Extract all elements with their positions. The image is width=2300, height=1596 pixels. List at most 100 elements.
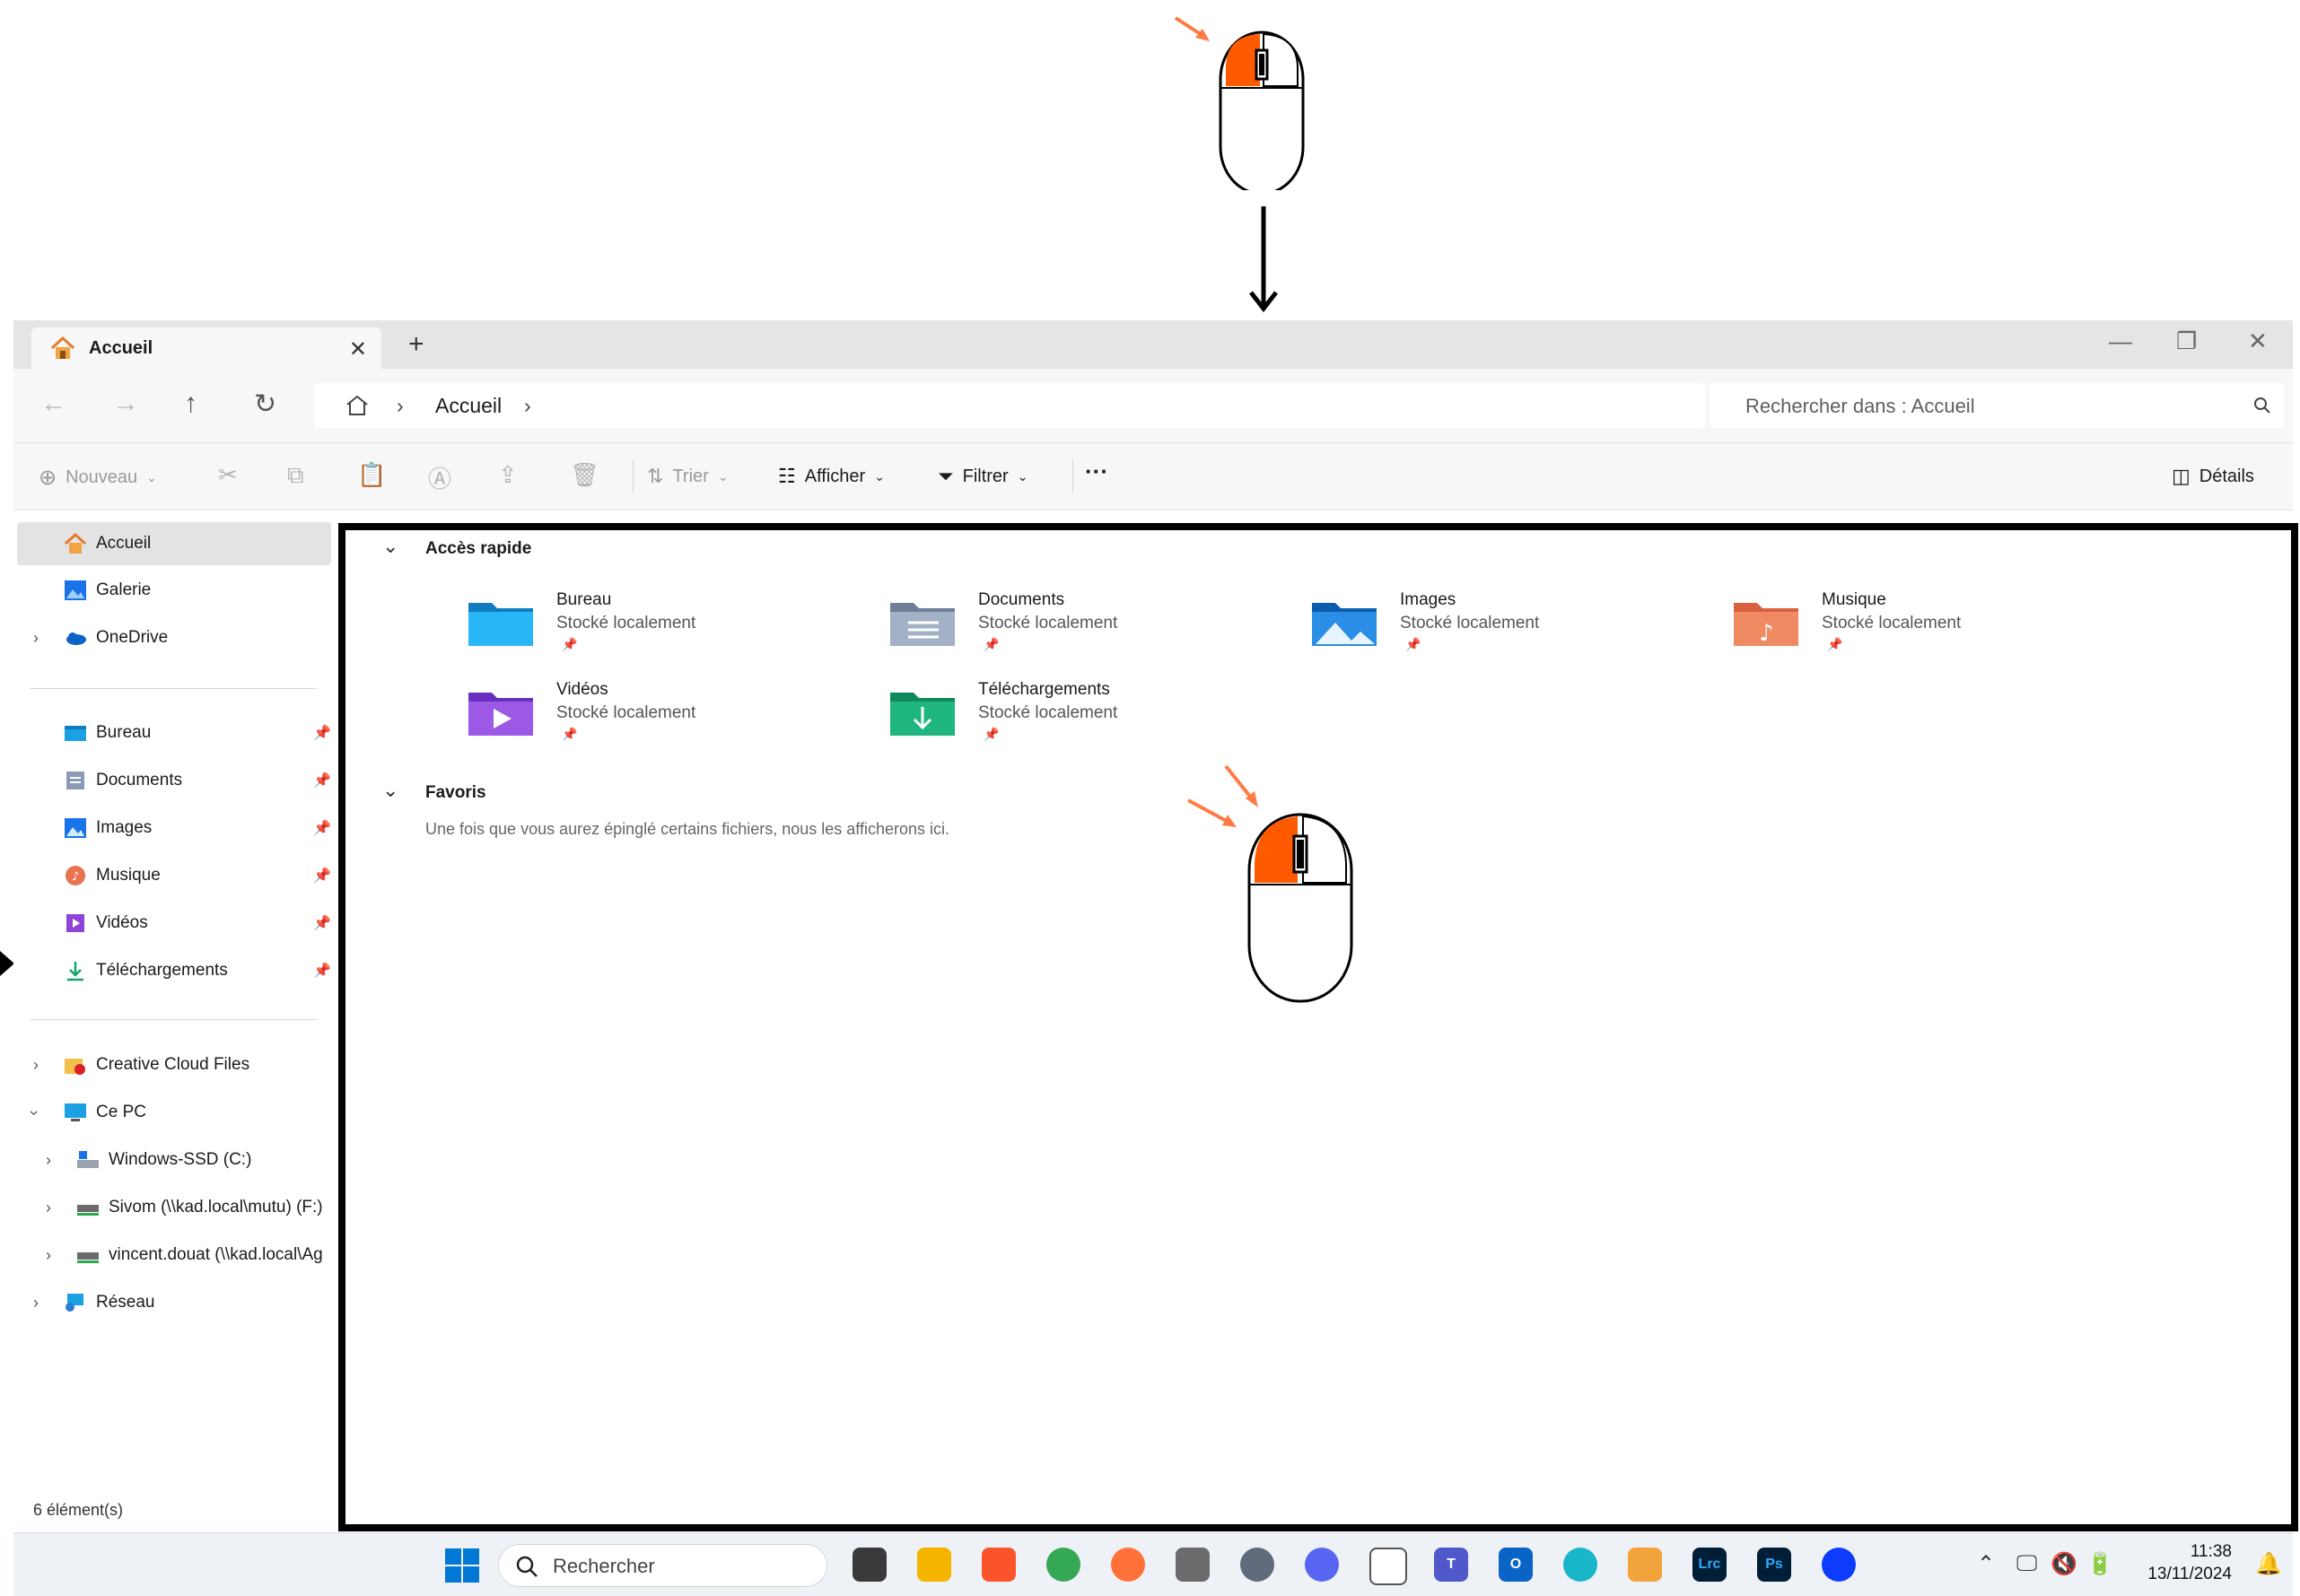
clock-time: 11:38	[2190, 1542, 2232, 1561]
notepad-icon[interactable]	[1369, 1548, 1407, 1585]
chevron-right-icon[interactable]: ›	[46, 1151, 51, 1170]
sidebar-item-documents[interactable]: Documents 📌	[17, 759, 331, 802]
rename-icon[interactable]: Ⓐ	[428, 461, 451, 494]
collapse-chevron-icon[interactable]: ⌄	[382, 779, 398, 802]
tab-bar: Accueil ✕ + — ❐ ✕	[13, 320, 2293, 369]
refresh-icon[interactable]: ↻	[254, 388, 276, 420]
sidebar-item-bureau[interactable]: Bureau 📌	[17, 711, 331, 754]
pin-icon[interactable]: 📌	[313, 819, 331, 837]
sidebar-item-galerie[interactable]: Galerie	[17, 569, 331, 612]
more-options-button[interactable]: ···	[1085, 458, 1108, 485]
sidebar-item-accueil[interactable]: Accueil	[17, 522, 331, 565]
forward-arrow-icon[interactable]: →	[112, 388, 139, 419]
pin-icon[interactable]: 📌	[313, 772, 331, 789]
chevron-right-icon[interactable]: ›	[33, 1056, 39, 1075]
network-status-icon[interactable]: 🖵	[2016, 1551, 2037, 1576]
cut-icon[interactable]: ✂	[218, 461, 238, 489]
chevron-down-icon[interactable]: ›	[25, 1110, 44, 1115]
sidebar-item-telechargements[interactable]: Téléchargements 📌	[17, 949, 331, 992]
sidebar-item-creative-cloud[interactable]: › Creative Cloud Files	[17, 1043, 331, 1086]
back-arrow-icon[interactable]: ←	[40, 388, 67, 419]
share-icon[interactable]: ⇪	[498, 461, 518, 489]
sidebar-item-windows-ssd[interactable]: › Windows-SSD (C:)	[17, 1138, 331, 1182]
volume-muted-icon[interactable]: 🔇	[2051, 1551, 2077, 1577]
drive-icon	[77, 1151, 99, 1168]
malwarebytes-icon[interactable]	[1822, 1548, 1856, 1582]
show-hidden-icons-chevron[interactable]: ⌃	[1977, 1551, 1995, 1577]
canva-icon[interactable]	[1563, 1548, 1597, 1582]
task-view-icon[interactable]	[853, 1548, 887, 1582]
quick-access-telechargements[interactable]: Téléchargements Stocké localement 📌	[888, 680, 1265, 752]
sidebar-item-ce-pc[interactable]: › Ce PC	[17, 1091, 331, 1134]
battery-icon[interactable]: 🔋	[2086, 1551, 2113, 1577]
minimize-button[interactable]: —	[2109, 327, 2132, 355]
quick-access-bureau[interactable]: Bureau Stocké localement 📌	[467, 590, 844, 662]
folder-name: Documents	[978, 590, 1065, 609]
view-button[interactable]: ☷ Afficher ⌄	[778, 465, 885, 488]
lightroom-classic-icon[interactable]: Lrc	[1692, 1548, 1727, 1582]
photoshop-icon[interactable]: Ps	[1757, 1548, 1791, 1582]
brave-browser-icon[interactable]	[982, 1548, 1016, 1582]
search-input[interactable]: Rechercher dans : Accueil	[1745, 395, 1975, 418]
system-clock[interactable]: 11:38 13/11/2024	[2147, 1540, 2232, 1585]
windows-start-icon[interactable]	[444, 1548, 480, 1583]
quick-access-documents[interactable]: Documents Stocké localement 📌	[888, 590, 1265, 662]
sidebar-item-onedrive[interactable]: › OneDrive	[17, 616, 331, 659]
new-tab-button[interactable]: +	[408, 329, 424, 360]
close-window-button[interactable]: ✕	[2248, 327, 2268, 355]
restore-button[interactable]: ❐	[2176, 327, 2197, 355]
snipping-tool-icon[interactable]	[1628, 1548, 1662, 1582]
pin-icon[interactable]: 📌	[313, 962, 331, 980]
details-button[interactable]: ◫ Détails	[2172, 465, 2254, 488]
address-bar[interactable]: › Accueil ›	[314, 383, 1705, 428]
pin-icon[interactable]: 📌	[313, 867, 331, 885]
sidebar-item-sivom[interactable]: › Sivom (\\kad.local\mutu) (F:)	[17, 1186, 331, 1229]
settings-gear-icon[interactable]	[1240, 1548, 1274, 1582]
sort-button[interactable]: ⇅ Trier ⌄	[647, 465, 729, 488]
sidebar-item-musique[interactable]: ♪ Musique 📌	[17, 854, 331, 897]
chevron-right-icon[interactable]: ›	[46, 1199, 51, 1217]
sidebar-item-videos[interactable]: Vidéos 📌	[17, 902, 331, 945]
pin-icon[interactable]: 📌	[313, 724, 331, 742]
filter-button[interactable]: ⏷ Filtrer ⌄	[938, 465, 1028, 488]
delete-icon[interactable]: 🗑	[570, 461, 599, 489]
paste-icon[interactable]: 📋	[357, 461, 386, 489]
new-label: Nouveau	[66, 467, 138, 487]
firefox-icon[interactable]	[1111, 1548, 1145, 1582]
creative-cloud-folder-icon	[65, 1059, 85, 1075]
sidebar-divider	[30, 688, 317, 689]
collapse-chevron-icon[interactable]: ⌄	[382, 535, 398, 558]
chevron-right-icon[interactable]: ›	[33, 1294, 39, 1313]
taskbar-search-input[interactable]: Rechercher	[553, 1555, 655, 1578]
breadcrumb-chevron[interactable]: ›	[524, 394, 531, 418]
up-arrow-icon[interactable]: ↑	[184, 388, 197, 419]
taskbar-search[interactable]: Rechercher	[498, 1544, 827, 1587]
quick-access-musique[interactable]: ♪ Musique Stocké localement 📌	[1732, 590, 2109, 662]
outlook-icon[interactable]: O	[1499, 1548, 1533, 1582]
pin-icon: 📌	[562, 637, 578, 651]
chrome-icon[interactable]	[1046, 1548, 1080, 1582]
left-click-mouse-illustration	[1174, 16, 1305, 190]
notifications-bell-icon[interactable]: 🔔	[2255, 1551, 2282, 1577]
chevron-right-icon[interactable]: ›	[33, 629, 39, 648]
details-label: Détails	[2199, 466, 2254, 486]
pin-icon: 📌	[984, 727, 1000, 741]
discord-icon[interactable]	[1305, 1548, 1339, 1582]
close-tab-icon[interactable]: ✕	[349, 336, 367, 362]
file-explorer-icon[interactable]	[917, 1548, 951, 1582]
gimp-icon[interactable]	[1176, 1548, 1210, 1582]
videos-icon	[66, 914, 84, 932]
teams-icon[interactable]: T	[1434, 1548, 1468, 1582]
chevron-right-icon[interactable]: ›	[46, 1246, 51, 1265]
sidebar-item-images[interactable]: Images 📌	[17, 807, 331, 850]
copy-icon[interactable]: ⧉	[287, 461, 304, 490]
sidebar-item-reseau[interactable]: › Réseau	[17, 1281, 331, 1324]
sidebar-item-vincent-douat[interactable]: › vincent.douat (\\kad.local\Ag	[17, 1234, 331, 1277]
pin-icon[interactable]: 📌	[313, 914, 331, 932]
tab-accueil[interactable]: Accueil ✕	[31, 327, 381, 369]
breadcrumb-accueil[interactable]: Accueil	[435, 394, 502, 418]
quick-access-images[interactable]: Images Stocké localement 📌	[1310, 590, 1687, 662]
search-box[interactable]: Rechercher dans : Accueil	[1710, 383, 2284, 428]
new-button[interactable]: ⊕ Nouveau ⌄	[39, 465, 157, 491]
quick-access-videos[interactable]: Vidéos Stocké localement 📌	[467, 680, 844, 752]
